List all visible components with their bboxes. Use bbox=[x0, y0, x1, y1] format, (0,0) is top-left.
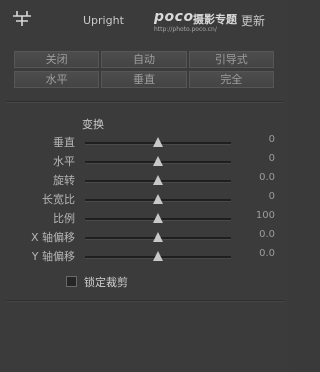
slider-value[interactable]: 0.0 bbox=[259, 172, 275, 183]
slider-label: 垂直 bbox=[53, 136, 75, 149]
mode-auto-button[interactable]: 自动 bbox=[101, 51, 187, 68]
slider-thumb[interactable] bbox=[153, 251, 163, 261]
slider-row: Y 轴偏移 0.0 bbox=[0, 247, 289, 265]
mode-level-button[interactable]: 水平 bbox=[14, 71, 100, 88]
slider-thumb[interactable] bbox=[153, 213, 163, 223]
slider-track[interactable] bbox=[85, 175, 231, 185]
panel-title: Upright bbox=[83, 14, 124, 27]
mode-vertical-button[interactable]: 垂直 bbox=[101, 71, 187, 88]
slider-row: 长宽比 0 bbox=[0, 190, 289, 208]
slider-thumb[interactable] bbox=[153, 156, 163, 166]
slider-label: 水平 bbox=[53, 155, 75, 168]
slider-thumb[interactable] bbox=[153, 232, 163, 242]
slider-value[interactable]: 0 bbox=[269, 134, 275, 145]
slider-label: 长宽比 bbox=[42, 193, 75, 206]
slider-value[interactable]: 0 bbox=[269, 191, 275, 202]
slider-row: 旋转 0.0 bbox=[0, 171, 289, 189]
slider-label: 比例 bbox=[53, 212, 75, 225]
slider-track[interactable] bbox=[85, 156, 231, 166]
slider-row: 水平 0 bbox=[0, 152, 289, 170]
mode-buttons-row-1: 关闭 自动 引导式 bbox=[14, 51, 274, 68]
slider-track[interactable] bbox=[85, 251, 231, 261]
transform-section-title: 变换 bbox=[82, 118, 104, 131]
upright-icon bbox=[10, 8, 34, 28]
slider-track[interactable] bbox=[85, 213, 231, 223]
slider-track[interactable] bbox=[85, 194, 231, 204]
slider-value[interactable]: 0.0 bbox=[259, 229, 275, 240]
mode-buttons-row-2: 水平 垂直 完全 bbox=[14, 71, 274, 88]
slider-track[interactable] bbox=[85, 232, 231, 242]
bottom-divider bbox=[6, 300, 283, 301]
upright-panel: Upright poco 摄影专题 http://photo.poco.cn/ … bbox=[0, 0, 289, 372]
lock-crop-checkbox[interactable] bbox=[66, 276, 77, 287]
divider bbox=[6, 101, 283, 102]
mode-guided-button[interactable]: 引导式 bbox=[188, 51, 274, 68]
panel-header: Upright poco 摄影专题 http://photo.poco.cn/ … bbox=[0, 0, 289, 40]
slider-row: 比例 100 bbox=[0, 209, 289, 227]
slider-label: 旋转 bbox=[53, 174, 75, 187]
lock-crop-label: 锁定裁剪 bbox=[84, 276, 128, 289]
slider-value[interactable]: 100 bbox=[256, 210, 275, 221]
slider-row: 垂直 0 bbox=[0, 133, 289, 151]
watermark-tagline: 摄影专题 bbox=[193, 13, 237, 26]
mode-off-button[interactable]: 关闭 bbox=[14, 51, 100, 68]
watermark-logo: poco bbox=[154, 9, 194, 25]
mode-full-button[interactable]: 完全 bbox=[188, 71, 274, 88]
slider-track[interactable] bbox=[85, 137, 231, 147]
update-button[interactable]: 更新 bbox=[241, 12, 265, 29]
slider-row: X 轴偏移 0.0 bbox=[0, 228, 289, 246]
slider-label: Y 轴偏移 bbox=[31, 250, 75, 263]
slider-thumb[interactable] bbox=[153, 175, 163, 185]
slider-value[interactable]: 0.0 bbox=[259, 248, 275, 259]
slider-thumb[interactable] bbox=[153, 194, 163, 204]
slider-label: X 轴偏移 bbox=[30, 231, 75, 244]
slider-thumb[interactable] bbox=[153, 137, 163, 147]
watermark-url: http://photo.poco.cn/ bbox=[154, 26, 217, 33]
slider-value[interactable]: 0 bbox=[269, 153, 275, 164]
